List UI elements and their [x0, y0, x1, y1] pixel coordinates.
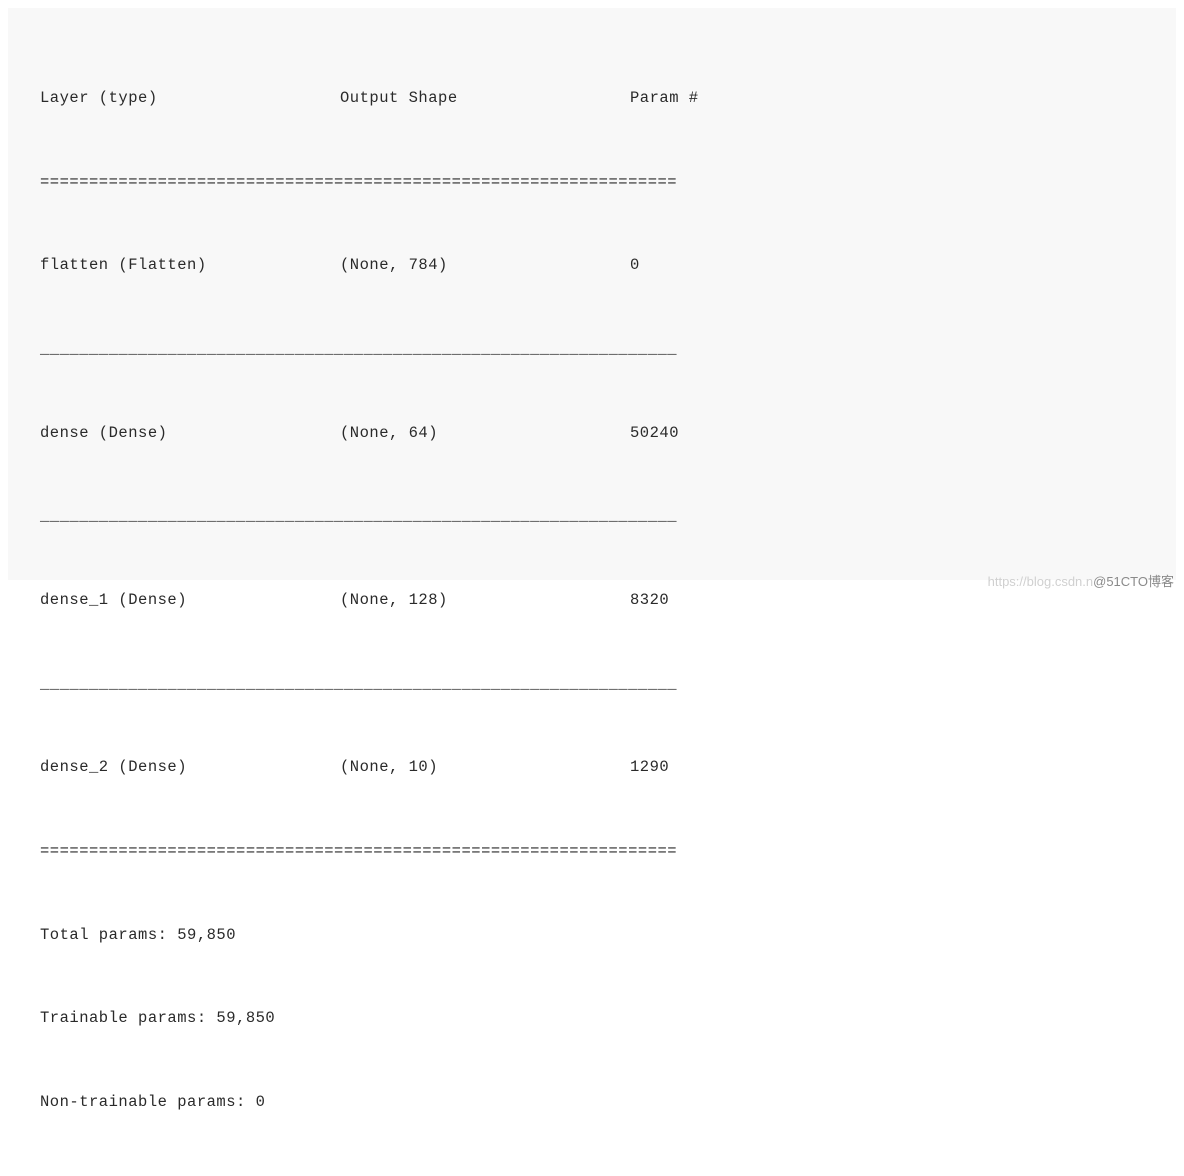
divider-double: ========================================… [40, 162, 1144, 204]
layer-name: dense_2 (Dense) [40, 747, 340, 789]
layer-shape: (None, 784) [340, 245, 630, 287]
layer-row: dense_2 (Dense)(None, 10)1290 [40, 747, 1144, 789]
layer-row: dense (Dense)(None, 64)50240 [40, 413, 1144, 455]
divider-single: ________________________________________… [40, 496, 1144, 538]
watermark-light: https://blog.csdn.n [988, 574, 1094, 589]
layer-shape: (None, 128) [340, 580, 630, 622]
layer-params: 50240 [630, 413, 679, 455]
layer-name: dense (Dense) [40, 413, 340, 455]
summary-header-row: Layer (type)Output ShapeParam # [40, 78, 1144, 120]
model-summary: Layer (type)Output ShapeParam # ========… [40, 36, 1144, 1176]
code-output-block: Layer (type)Output ShapeParam # ========… [8, 8, 1176, 580]
layer-row: flatten (Flatten)(None, 784)0 [40, 245, 1144, 287]
header-param: Param # [630, 78, 699, 120]
layer-params: 1290 [630, 747, 669, 789]
layer-name: flatten (Flatten) [40, 245, 340, 287]
header-output-shape: Output Shape [340, 78, 630, 120]
layer-row: dense_1 (Dense)(None, 128)8320 [40, 580, 1144, 622]
non-trainable-params: Non-trainable params: 0 [40, 1082, 1144, 1124]
trainable-params: Trainable params: 59,850 [40, 998, 1144, 1040]
layer-name: dense_1 (Dense) [40, 580, 340, 622]
layer-shape: (None, 64) [340, 413, 630, 455]
watermark: https://blog.csdn.n@51CTO博客 [988, 571, 1174, 590]
total-params: Total params: 59,850 [40, 915, 1144, 957]
header-layer: Layer (type) [40, 78, 340, 120]
layer-shape: (None, 10) [340, 747, 630, 789]
layer-params: 0 [630, 245, 640, 287]
divider-single: ________________________________________… [40, 329, 1144, 371]
watermark-dark: @51CTO博客 [1093, 574, 1174, 589]
divider-single: ________________________________________… [40, 664, 1144, 706]
layer-params: 8320 [630, 580, 669, 622]
divider-double: ========================================… [40, 831, 1144, 873]
